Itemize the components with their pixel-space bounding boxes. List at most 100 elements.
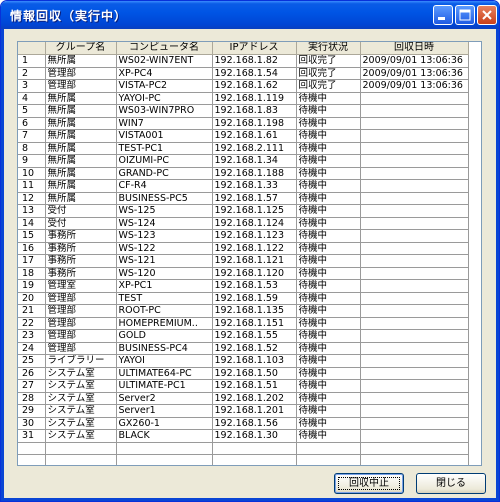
close-icon [482,10,492,20]
empty-cell [45,454,117,465]
close-button[interactable]: 閉じる [416,473,486,494]
computer-cell: XP-PC1 [116,279,213,293]
ip-cell: 192.168.1.135 [212,304,297,318]
status-cell: 待機中 [296,142,361,155]
title-bar[interactable]: 情報回収（実行中） [1,1,499,29]
status-cell: 待機中 [296,92,361,105]
group-cell: 受付 [45,217,117,230]
table-row[interactable]: 28 システム室 Server2 192.168.1.202 待機中 [18,392,469,405]
row-index: 10 [18,167,46,180]
collected-at-cell [360,167,469,180]
column-header-computer[interactable]: コンピュータ名 [116,42,213,55]
ip-cell: 192.168.1.53 [212,279,297,293]
collected-at-cell [360,204,469,218]
table-row[interactable]: 22 管理部 HOMEPREMIUM.. 192.168.1.151 待機中 [18,317,469,330]
table-row[interactable]: 9 無所属 OIZUMI-PC 192.168.1.34 待機中 [18,154,469,168]
table-row[interactable]: 4 無所属 YAYOI-PC 192.168.1.119 待機中 [18,92,469,105]
row-index: 23 [18,329,46,343]
table-row[interactable]: 6 無所属 WIN7 192.168.1.198 待機中 [18,117,469,130]
window-frame-left [1,29,4,501]
ip-cell: 192.168.1.83 [212,104,297,118]
row-index: 11 [18,179,46,193]
row-index: 27 [18,379,46,393]
collected-at-cell [360,367,469,380]
collected-at-cell [360,279,469,293]
computer-cell: CF-R4 [116,179,213,193]
empty-cell [212,454,297,465]
column-header-index[interactable] [18,42,46,55]
table-row[interactable]: 13 受付 WS-125 192.168.1.125 待機中 [18,204,469,218]
computer-cell: WS-121 [116,254,213,268]
table-row[interactable]: 17 事務所 WS-121 192.168.1.121 待機中 [18,254,469,268]
table-row[interactable]: 11 無所属 CF-R4 192.168.1.33 待機中 [18,179,469,193]
group-cell: 無所属 [45,179,117,193]
table-row[interactable]: 8 無所属 TEST-PC1 192.168.2.111 待機中 [18,142,469,155]
group-cell: 無所属 [45,154,117,168]
table-row[interactable]: 16 事務所 WS-122 192.168.1.122 待機中 [18,242,469,255]
status-cell: 待機中 [296,304,361,318]
status-cell: 待機中 [296,417,361,430]
row-index: 31 [18,429,46,443]
table-row[interactable]: 21 管理部 ROOT-PC 192.168.1.135 待機中 [18,304,469,318]
ip-cell: 192.168.1.119 [212,92,297,105]
column-header-status[interactable]: 実行状況 [296,42,361,55]
table-row[interactable]: 20 管理部 TEST 192.168.1.59 待機中 [18,292,469,305]
table-row[interactable]: 7 無所属 VISTA001 192.168.1.61 待機中 [18,129,469,143]
table-row[interactable]: 23 管理部 GOLD 192.168.1.55 待機中 [18,329,469,343]
status-cell: 待機中 [296,279,361,293]
maximize-button[interactable] [455,5,475,25]
empty-cell [45,442,117,455]
computer-cell: WIN7 [116,117,213,130]
table-row[interactable]: 1 無所属 WS02-WIN7ENT 192.168.1.82 回収完了 2009/09/… [18,54,469,68]
row-index: 21 [18,304,46,318]
status-cell: 待機中 [296,129,361,143]
group-cell: 管理部 [45,292,117,305]
empty-cell [116,454,213,465]
ip-cell: 192.168.1.34 [212,154,297,168]
table-row[interactable]: 12 無所属 BUSINESS-PC5 192.168.1.57 待機中 [18,192,469,205]
computer-cell: VISTA-PC2 [116,79,213,93]
status-cell: 待機中 [296,354,361,368]
computer-list[interactable]: グループ名 コンピュータ名 IPアドレス 実行状況 回収日時 1 無所属 WS02-WIN7… [17,41,482,466]
ip-cell: 192.168.1.103 [212,354,297,368]
column-header-ip[interactable]: IPアドレス [212,42,297,55]
table-row[interactable]: 5 無所属 WS03-WIN7PRO 192.168.1.83 待機中 [18,104,469,118]
table-row[interactable]: 18 事務所 WS-120 192.168.1.120 待機中 [18,267,469,280]
minimize-button[interactable] [433,5,453,25]
row-index: 1 [18,54,46,68]
table-row[interactable]: 24 管理部 BUSINESS-PC4 192.168.1.52 待機中 [18,342,469,355]
collected-at-cell [360,417,469,430]
table-row[interactable]: 25 ライブラリー YAYOI 192.168.1.103 待機中 [18,354,469,368]
row-index: 25 [18,354,46,368]
group-cell: 無所属 [45,117,117,130]
table-row[interactable]: 26 システム室 ULTIMATE64-PC 192.168.1.50 待機中 [18,367,469,380]
table-row[interactable]: 29 システム室 Server1 192.168.1.201 待機中 [18,404,469,418]
table-row[interactable]: 31 システム室 BLACK 192.168.1.30 待機中 [18,429,469,443]
row-index: 22 [18,317,46,330]
table-row[interactable]: 10 無所属 GRAND-PC 192.168.1.188 待機中 [18,167,469,180]
table-row[interactable]: 27 システム室 ULTIMATE-PC1 192.168.1.51 待機中 [18,379,469,393]
table-row[interactable]: 3 管理部 VISTA-PC2 192.168.1.62 回収完了 2009/09/01 … [18,79,469,93]
group-cell: システム室 [45,404,117,418]
collected-at-cell [360,342,469,355]
stop-collection-button[interactable]: 回収中止 [334,473,404,494]
group-cell: 管理部 [45,79,117,93]
collected-at-cell [360,317,469,330]
close-window-button[interactable] [477,5,497,25]
table-row[interactable]: 30 システム室 GX260-1 192.168.1.56 待機中 [18,417,469,430]
collected-at-cell [360,404,469,418]
column-header-group[interactable]: グループ名 [45,42,117,55]
table-row[interactable]: 19 管理室 XP-PC1 192.168.1.53 待機中 [18,279,469,293]
group-cell: 無所属 [45,142,117,155]
computer-cell: TEST [116,292,213,305]
computer-cell: GRAND-PC [116,167,213,180]
table-row[interactable]: 15 事務所 WS-123 192.168.1.123 待機中 [18,229,469,243]
status-cell: 待機中 [296,317,361,330]
row-index: 6 [18,117,46,130]
column-header-collected-at[interactable]: 回収日時 [360,42,469,55]
group-cell: 事務所 [45,242,117,255]
collected-at-cell [360,92,469,105]
table-row[interactable]: 14 受付 WS-124 192.168.1.124 待機中 [18,217,469,230]
computer-cell: Server2 [116,392,213,405]
table-row[interactable]: 2 管理部 XP-PC4 192.168.1.54 回収完了 2009/09/01 13:… [18,67,469,80]
